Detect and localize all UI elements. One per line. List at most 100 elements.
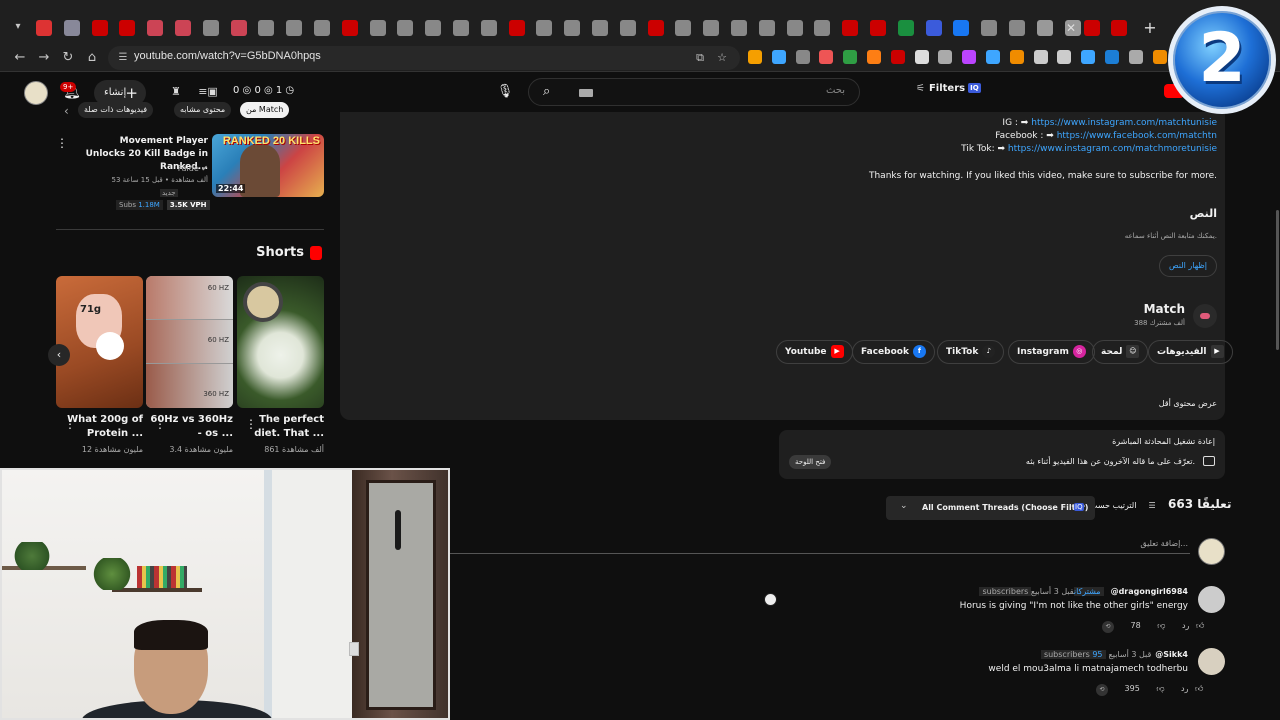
page-scrollbar[interactable]: [1276, 210, 1279, 350]
comment-filter-dropdown[interactable]: ⌄ All Comment Threads (Choose Filter) IQ: [886, 496, 1095, 520]
reply-button[interactable]: رد: [1181, 684, 1188, 693]
browser-tab[interactable]: [758, 20, 775, 36]
add-comment-input[interactable]: إضافة تعليق...: [450, 538, 1190, 554]
extension-icon[interactable]: [938, 50, 953, 64]
more-vert-icon[interactable]: ⋮: [64, 417, 76, 431]
comment-author-avatar[interactable]: [1198, 648, 1225, 675]
browser-tab[interactable]: [91, 20, 108, 36]
browser-tab[interactable]: [397, 20, 414, 36]
tab-search-icon[interactable]: ▾: [10, 19, 26, 35]
forward-icon[interactable]: →: [36, 50, 52, 66]
extension-icon[interactable]: [1033, 50, 1048, 64]
extension-icon[interactable]: [914, 50, 929, 64]
browser-tab[interactable]: [647, 20, 664, 36]
extension-icon[interactable]: [1128, 50, 1143, 64]
more-vert-icon[interactable]: ⋮: [245, 417, 257, 431]
browser-tab[interactable]: [36, 20, 52, 36]
like-icon[interactable]: 👍︎: [1195, 684, 1203, 693]
filters-button[interactable]: ⚟ Filters IQ: [916, 83, 981, 94]
browser-tab[interactable]: [619, 20, 636, 36]
short-thumbnail[interactable]: [237, 276, 324, 408]
browser-tab[interactable]: [731, 20, 747, 36]
browser-tab[interactable]: [147, 20, 164, 36]
search-icon[interactable]: ⌕: [543, 84, 550, 99]
related-video-thumbnail[interactable]: RANKED 20 KILLS 22:44: [212, 134, 324, 197]
browser-tab[interactable]: [286, 20, 303, 36]
more-vert-icon[interactable]: ⋮: [154, 417, 166, 431]
open-panel-button[interactable]: فتح اللوحة: [789, 455, 832, 469]
comment-author-avatar[interactable]: [1198, 586, 1225, 613]
channel-name[interactable]: Match: [1144, 302, 1185, 316]
extension-icon[interactable]: [867, 50, 881, 64]
back-icon[interactable]: ←: [12, 50, 28, 66]
channel-videos-chip[interactable]: الفيديوهات ▶: [1148, 340, 1233, 364]
channel-about-chip[interactable]: لمحة ☺: [1092, 340, 1149, 364]
extension-icon[interactable]: [843, 50, 858, 64]
youtube-chip[interactable]: Youtube ▶: [776, 340, 853, 364]
extension-icon[interactable]: [1081, 50, 1096, 64]
extension-icon[interactable]: [1152, 50, 1167, 64]
translate-icon[interactable]: ⟲: [1102, 621, 1114, 633]
home-icon[interactable]: ⌂: [84, 50, 100, 66]
close-tab-icon[interactable]: ✕: [1063, 20, 1079, 36]
show-less-link[interactable]: عرض محتوى أقل: [1159, 399, 1217, 408]
chip-similar[interactable]: محتوى مشابه: [174, 102, 232, 118]
reload-icon[interactable]: ↻: [60, 50, 76, 66]
browser-tab[interactable]: [925, 20, 942, 36]
browser-tab[interactable]: [258, 20, 275, 36]
facebook-chip[interactable]: Facebook f: [852, 340, 935, 364]
show-transcript-button[interactable]: إظهار النص: [1159, 255, 1217, 277]
browser-tab[interactable]: [703, 20, 720, 36]
browser-tab[interactable]: [453, 20, 469, 36]
browser-tab[interactable]: [175, 20, 191, 36]
browser-tab[interactable]: [480, 20, 497, 36]
address-bar[interactable]: ☰ youtube.com/watch?v=G5bDNA0hpqs ⧉ ☆: [108, 46, 740, 70]
extension-trophy-icon[interactable]: ♜: [168, 84, 184, 100]
browser-tab[interactable]: [842, 20, 859, 36]
extension-icon[interactable]: [795, 50, 810, 64]
new-tab-button[interactable]: +: [1141, 19, 1159, 37]
browser-tab[interactable]: [369, 20, 386, 36]
extension-list-icon[interactable]: ≡▣: [194, 84, 222, 100]
browser-tab[interactable]: [870, 20, 886, 36]
extension-icon[interactable]: [1009, 50, 1024, 64]
shorts-previous-button[interactable]: ‹: [48, 344, 70, 366]
short-thumbnail[interactable]: 60 HZ 60 HZ 360 HZ: [146, 276, 233, 408]
browser-tab[interactable]: [425, 20, 442, 36]
voice-search-icon[interactable]: 🎙︎: [494, 81, 516, 103]
extension-icon[interactable]: [890, 50, 905, 64]
extension-icon[interactable]: [986, 50, 1000, 64]
translate-icon[interactable]: ⟲: [1096, 684, 1108, 696]
tiktok-chip[interactable]: TikTok ♪: [937, 340, 1005, 364]
browser-tab[interactable]: [202, 20, 219, 36]
browser-tab[interactable]: [981, 20, 998, 36]
browser-tab[interactable]: [119, 20, 136, 36]
dislike-icon[interactable]: 👎︎: [1157, 621, 1165, 630]
short-thumbnail[interactable]: 71g: [56, 276, 143, 408]
cast-icon[interactable]: ⧉: [692, 50, 708, 66]
site-info-icon[interactable]: ☰: [116, 51, 130, 65]
browser-tab[interactable]: [341, 20, 358, 36]
instagram-chip[interactable]: Instagram ◎: [1008, 340, 1095, 364]
browser-tab[interactable]: [1009, 20, 1025, 36]
browser-tab[interactable]: [230, 20, 247, 36]
browser-tab[interactable]: [814, 20, 831, 36]
account-avatar[interactable]: [24, 81, 48, 105]
dislike-icon[interactable]: 👎︎: [1156, 684, 1164, 693]
extension-icon[interactable]: [1057, 50, 1072, 64]
extension-icon[interactable]: [771, 50, 786, 64]
like-icon[interactable]: 👍︎: [1196, 621, 1204, 630]
browser-tab[interactable]: [536, 20, 553, 36]
extension-icon[interactable]: [962, 50, 977, 64]
browser-tab[interactable]: [953, 20, 970, 36]
browser-tab[interactable]: [786, 20, 803, 36]
channel-avatar[interactable]: [1193, 304, 1217, 328]
browser-tab[interactable]: [508, 20, 525, 36]
browser-tab[interactable]: [314, 20, 330, 36]
sort-by-button[interactable]: الترتيب حسب ☰: [1090, 501, 1156, 510]
browser-tab[interactable]: [1084, 20, 1100, 36]
related-video-channel[interactable]: Faide ✔: [80, 164, 208, 173]
comment-author[interactable]: @Sikk4: [1155, 650, 1188, 659]
browser-tab[interactable]: [1036, 20, 1053, 36]
browser-tab[interactable]: [675, 20, 692, 36]
